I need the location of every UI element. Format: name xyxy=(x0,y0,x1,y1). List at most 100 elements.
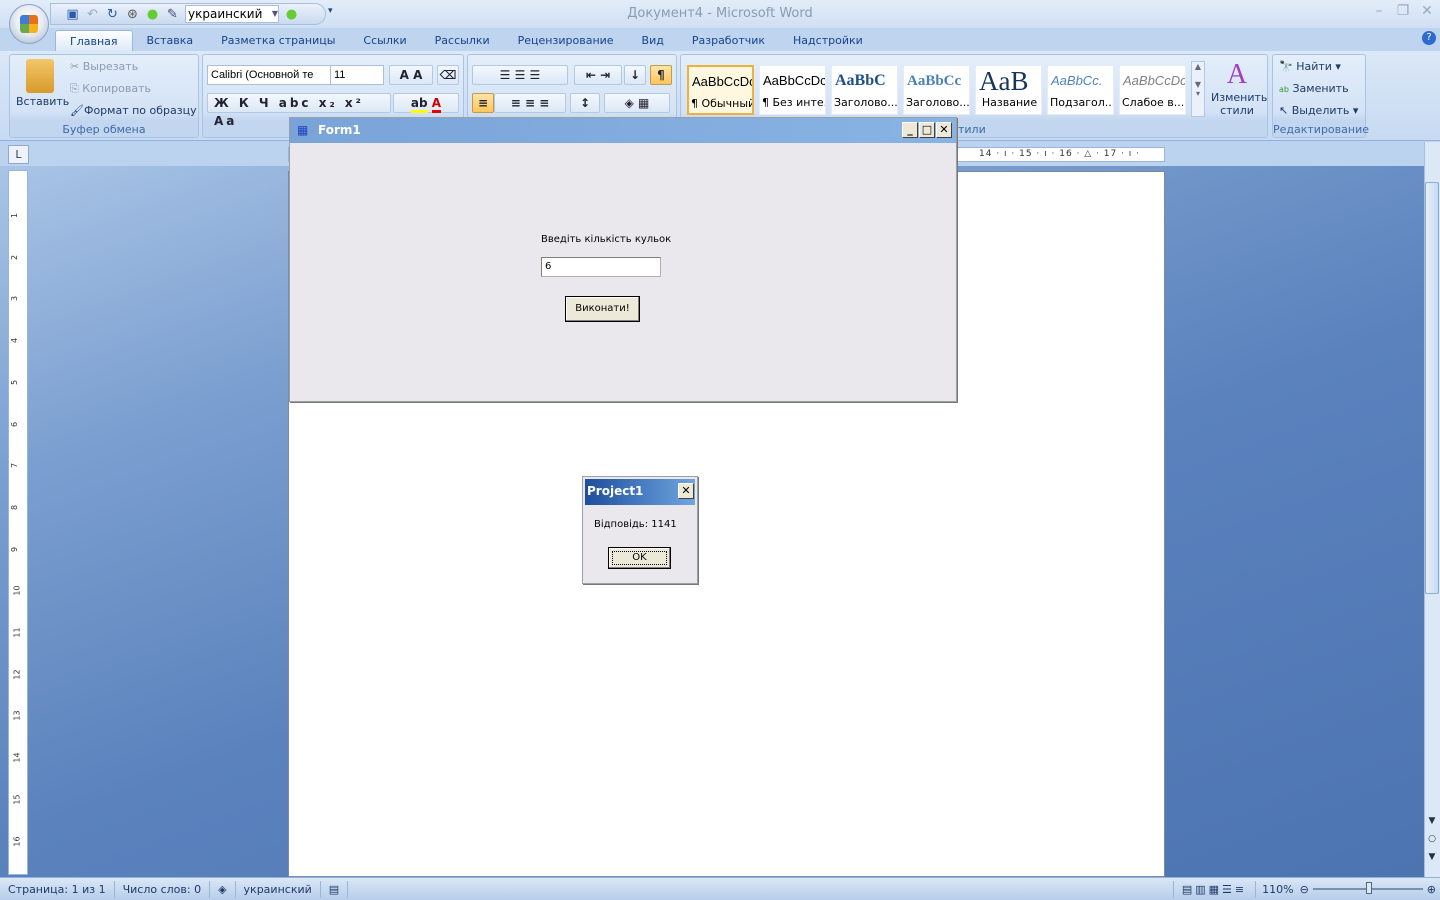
indent-buttons[interactable]: ⇤ ⇥ xyxy=(574,65,622,85)
zoom-slider[interactable] xyxy=(1312,882,1423,894)
maximize-icon[interactable]: ❐ xyxy=(1392,3,1414,21)
vruler-tick-label: 1 xyxy=(10,212,20,219)
clipboard-group-label: Буфер обмена xyxy=(62,123,146,136)
vruler-tick-label: 14 xyxy=(12,752,22,763)
editing-group-label: Редактирование xyxy=(1273,123,1369,136)
style-preview: AaBbCcDc xyxy=(692,74,752,89)
ok-button[interactable]: OK xyxy=(608,547,671,569)
style-title[interactable]: AaB Название xyxy=(975,65,1042,115)
style-heading1[interactable]: AaBbC Заголово... xyxy=(831,65,898,115)
count-input[interactable]: 6 xyxy=(541,257,661,277)
form1-title-bar[interactable]: ▦ Form1 _ □ ✕ xyxy=(290,118,956,143)
form1-title: Form1 xyxy=(318,123,361,137)
vruler-tick-label: 13 xyxy=(12,710,22,721)
message-dialog: Project1 ✕ Відповідь: 1141 OK xyxy=(582,476,698,584)
list-buttons[interactable]: ☰ ☰ ☰ xyxy=(472,65,568,85)
vruler-tick-label: 7 xyxy=(10,463,20,469)
close-button[interactable]: ✕ xyxy=(678,483,694,499)
style-no-spacing[interactable]: AaBbCcDc ¶ Без инте... xyxy=(759,65,826,115)
style-name: ¶ Обычный xyxy=(691,97,752,110)
style-name: Заголово... xyxy=(906,96,969,109)
grow-shrink-font-buttons[interactable]: A A xyxy=(389,65,433,85)
copy-button[interactable]: ⎘ Копировать xyxy=(70,82,151,96)
vruler-tick-label: 16 xyxy=(12,835,22,847)
show-marks-icon[interactable]: ¶ xyxy=(650,65,672,85)
tab-home[interactable]: Главная xyxy=(55,30,133,52)
form1-window: ▦ Form1 _ □ ✕ Введіть кількість кульок 6… xyxy=(289,117,957,402)
change-styles-label: Изменить стили xyxy=(1211,91,1268,117)
close-button[interactable]: ✕ xyxy=(936,122,952,138)
style-subtitle[interactable]: AaBbCc. Подзагол... xyxy=(1047,65,1114,115)
tab-view[interactable]: Вид xyxy=(628,30,678,52)
close-icon[interactable]: ✕ xyxy=(1416,3,1438,21)
page-count[interactable]: Страница: 1 из 1 xyxy=(0,880,115,898)
status-bar: Страница: 1 из 1 Число слов: 0 ◈ украинс… xyxy=(0,877,1440,900)
paste-button[interactable]: Вставить xyxy=(16,95,69,108)
vruler-tick-label: 11 xyxy=(12,627,22,638)
minimize-icon[interactable]: – xyxy=(1368,3,1390,21)
highlight-font-color-buttons[interactable]: ab A xyxy=(393,93,459,113)
minimize-button[interactable]: _ xyxy=(902,122,918,138)
select-button[interactable]: ↖ Выделить ▾ xyxy=(1279,104,1358,117)
tab-page-layout[interactable]: Разметка страницы xyxy=(207,30,349,52)
maximize-button[interactable]: □ xyxy=(919,122,935,138)
word-count[interactable]: Число слов: 0 xyxy=(115,880,211,898)
style-heading2[interactable]: AaBbCc Заголово... xyxy=(903,65,970,115)
format-painter-button[interactable]: 🖌Формат по образцу xyxy=(70,104,197,117)
align-left-icon[interactable]: ≡ xyxy=(472,93,494,113)
zoom-level[interactable]: 110% xyxy=(1256,883,1299,896)
ribbon-tabs: Главная Вставка Разметка страницы Ссылки… xyxy=(0,28,1440,52)
align-buttons[interactable]: ≡ ≡ ≡ xyxy=(494,93,566,113)
status-language[interactable]: украинский xyxy=(236,880,321,898)
zoom-out-icon[interactable]: ⊖ xyxy=(1300,883,1309,896)
replace-button[interactable]: ab Заменить xyxy=(1279,82,1349,95)
select-label: Выделить xyxy=(1291,104,1350,117)
scrollbar-thumb[interactable] xyxy=(1425,182,1439,594)
style-preview: AaBbC xyxy=(835,72,886,89)
macro-record-icon[interactable]: ▤ xyxy=(321,880,349,898)
sort-icon[interactable]: ↓ xyxy=(624,65,646,85)
browse-buttons[interactable]: ▼ ○ ▼ xyxy=(1426,812,1438,866)
style-name: Название xyxy=(981,96,1038,109)
shading-borders-buttons[interactable]: ◈ ▦ xyxy=(604,93,670,113)
style-name: Подзагол... xyxy=(1050,96,1113,109)
paste-icon[interactable] xyxy=(26,59,54,93)
style-normal[interactable]: AaBbCcDc ¶ Обычный xyxy=(687,65,754,115)
vruler-tick-label: 4 xyxy=(10,338,20,344)
dialog-title-bar[interactable]: Project1 ✕ xyxy=(585,479,695,505)
help-icon[interactable]: ? xyxy=(1422,31,1436,45)
execute-button[interactable]: Виконати! xyxy=(565,296,640,322)
office-logo-icon xyxy=(20,15,38,33)
font-name-select[interactable]: Calibri (Основной те xyxy=(207,65,331,85)
view-buttons[interactable]: ▤▥▦☰≡ xyxy=(1172,880,1257,898)
vruler-tick-label: 2 xyxy=(10,254,20,260)
vruler-tick-label: 5 xyxy=(10,379,20,385)
tab-addins[interactable]: Надстройки xyxy=(779,30,877,52)
font-format-buttons[interactable]: Ж К Ч abc x₂ x² Aa xyxy=(207,93,391,128)
clipboard-group: Вставить ✂ Вырезать ⎘ Копировать 🖌Формат… xyxy=(9,54,199,138)
vertical-ruler[interactable]: 1 2 3 4 5 6 7 8 9 10 11 12 13 14 15 16 xyxy=(8,170,28,875)
app-icon: ▦ xyxy=(297,123,309,137)
format-painter-label: Формат по образцу xyxy=(83,104,197,117)
zoom-slider-thumb[interactable] xyxy=(1366,882,1373,894)
styles-scroll[interactable]: ▲ ▼ ▾ xyxy=(1191,61,1205,117)
tab-selector-icon[interactable]: L xyxy=(8,145,29,164)
cut-button[interactable]: ✂ Вырезать xyxy=(70,60,138,73)
office-button[interactable] xyxy=(9,4,49,44)
dialog-title: Project1 xyxy=(587,484,644,498)
tab-mailings[interactable]: Рассылки xyxy=(421,30,504,52)
proofing-icon[interactable]: ◈ xyxy=(210,880,236,898)
style-preview: AaBbCcDc xyxy=(763,73,825,88)
change-styles-button[interactable]: A Изменить стили xyxy=(1211,59,1267,117)
clear-formatting-icon[interactable]: ⌫ xyxy=(437,65,459,85)
vruler-tick-label: 12 xyxy=(12,669,22,680)
tab-references[interactable]: Ссылки xyxy=(349,30,420,52)
tab-developer[interactable]: Разработчик xyxy=(678,30,779,52)
font-size-select[interactable]: 11 xyxy=(330,65,384,85)
line-spacing-icon[interactable]: ↕ xyxy=(570,93,600,113)
zoom-in-icon[interactable]: ⊕ xyxy=(1427,883,1440,896)
find-button[interactable]: 🔭 Найти ▾ xyxy=(1279,60,1341,73)
style-subtle-emphasis[interactable]: AaBbCcDc Слабое в... xyxy=(1119,65,1186,115)
tab-review[interactable]: Рецензирование xyxy=(504,30,628,52)
tab-insert[interactable]: Вставка xyxy=(133,30,208,52)
